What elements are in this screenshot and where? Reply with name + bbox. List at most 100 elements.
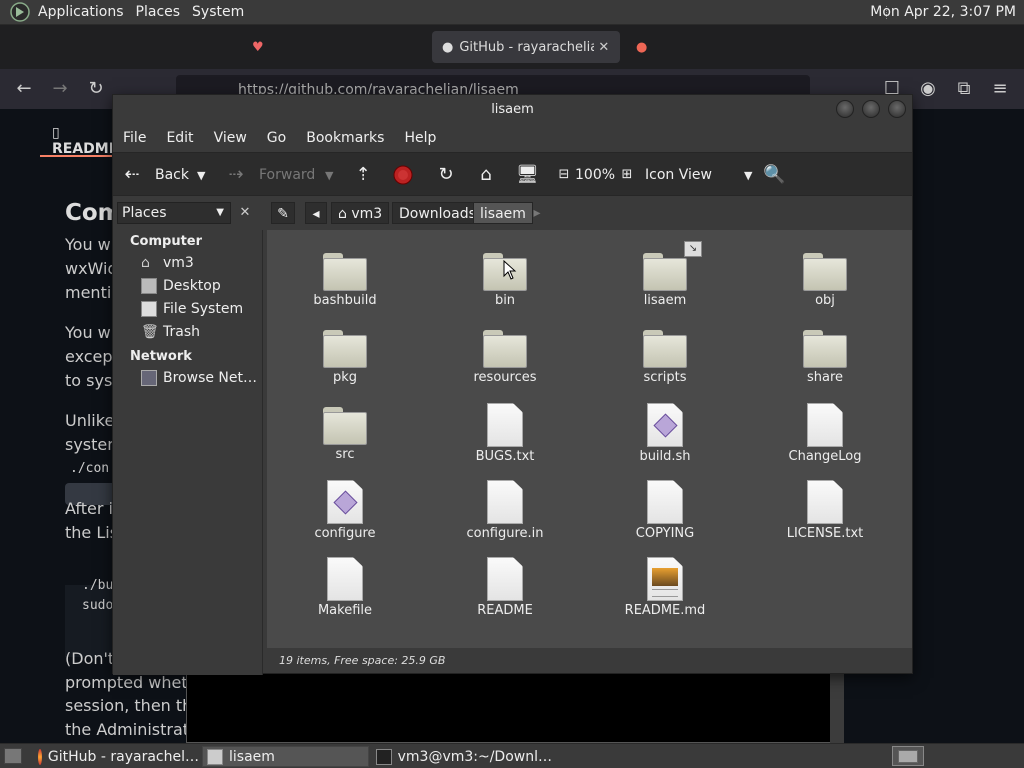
- file-item[interactable]: build.sh: [600, 403, 730, 464]
- system-menu[interactable]: System: [186, 0, 250, 25]
- sidebar-item-label: Browse Net…: [163, 370, 258, 386]
- workspace-window-icon: [898, 750, 918, 763]
- folder-icon: [323, 253, 367, 291]
- search-button[interactable]: 🔍: [763, 153, 785, 197]
- icon-view[interactable]: bashbuild bin ↘ lisaem obj pkg resources …: [267, 230, 912, 648]
- terminal-window[interactable]: [186, 673, 831, 743]
- tab-github[interactable]: ● GitHub - rayarachelian ✕: [432, 31, 620, 63]
- folder-item[interactable]: obj: [760, 253, 890, 308]
- help-menu[interactable]: Help: [394, 130, 446, 146]
- readme-tab[interactable]: ▯ README: [40, 109, 120, 157]
- maximize-button[interactable]: [862, 100, 880, 118]
- file-item[interactable]: BUGS.txt: [440, 403, 570, 464]
- file-item[interactable]: LICENSE.txt: [760, 480, 890, 541]
- account-icon[interactable]: ◉: [916, 77, 940, 101]
- sidebar-item-vm3[interactable]: ⌂ vm3: [141, 255, 194, 271]
- view-mode-select[interactable]: Icon View ▼: [645, 153, 752, 197]
- text-file-icon: [327, 557, 363, 601]
- show-desktop-icon[interactable]: [4, 748, 22, 764]
- forward-arrow-icon[interactable]: →: [48, 77, 72, 101]
- folder-icon: [643, 253, 687, 291]
- chevron-right-icon: ▸: [533, 205, 541, 221]
- clock[interactable]: Mon Apr 22, 3:07 PM: [870, 0, 1016, 25]
- file-item[interactable]: ChangeLog: [760, 403, 890, 464]
- breadcrumb-lisaem[interactable]: lisaem: [473, 202, 533, 224]
- bookmarks-menu[interactable]: Bookmarks: [296, 130, 394, 146]
- tab-2[interactable]: ♥: [242, 31, 428, 63]
- folder-link-item[interactable]: ↘ lisaem: [600, 241, 730, 308]
- location-bar: Places ▼ ✕ ✎ ◂ ⌂ vm3 Downloads lisaem ▸: [113, 196, 912, 230]
- text-line: wxWid: [65, 259, 118, 278]
- text-line: to syst: [65, 371, 119, 390]
- task-terminal[interactable]: vm3@vm3:~/Downl…: [372, 746, 552, 767]
- zoom-in-button[interactable]: ⊞: [616, 153, 638, 197]
- folder-icon: [643, 330, 687, 368]
- task-lisaem[interactable]: lisaem: [202, 746, 369, 767]
- text-file-icon: [487, 557, 523, 601]
- hamburger-menu-icon[interactable]: ≡: [988, 77, 1012, 101]
- window-title[interactable]: lisaem: [113, 95, 912, 125]
- file-item[interactable]: configure: [280, 480, 410, 541]
- tab-4[interactable]: ●: [626, 31, 826, 63]
- computer-button[interactable]: 🖥: [516, 153, 539, 197]
- places-menu[interactable]: Places: [130, 0, 187, 25]
- file-item[interactable]: Makefile: [280, 557, 410, 618]
- sidebar-item-trash[interactable]: 🗑 Trash: [141, 324, 200, 340]
- tab-close-icon[interactable]: ✕: [598, 40, 609, 55]
- reload-icon[interactable]: ↻: [84, 77, 108, 101]
- close-button[interactable]: [888, 100, 906, 118]
- file-item[interactable]: configure.in: [440, 480, 570, 541]
- task-github[interactable]: GitHub - rayarachel…: [34, 746, 199, 767]
- folder-item[interactable]: resources: [440, 330, 570, 385]
- breadcrumb-right-button[interactable]: ▸: [527, 202, 547, 224]
- close-sidebar-icon[interactable]: ✕: [234, 202, 256, 224]
- scrollbar[interactable]: [830, 673, 844, 743]
- sidebar-selector[interactable]: Places ▼: [117, 202, 231, 224]
- tab-bar: ♥ ● GitHub - rayarachelian ✕ ●: [0, 25, 1024, 69]
- sidebar-item-browse-network[interactable]: Browse Net…: [141, 370, 257, 386]
- toggle-location-button[interactable]: ✎: [271, 202, 295, 224]
- applications-menu[interactable]: Applications: [32, 0, 130, 25]
- folder-item[interactable]: src: [280, 407, 410, 462]
- back-history-dropdown[interactable]: ▼: [197, 153, 205, 197]
- view-menu[interactable]: View: [204, 130, 257, 146]
- zoom-out-button[interactable]: ⊟: [553, 153, 575, 197]
- folder-item[interactable]: scripts: [600, 330, 730, 385]
- edit-menu[interactable]: Edit: [156, 130, 203, 146]
- folder-item[interactable]: bashbuild: [280, 253, 410, 308]
- home-button[interactable]: ⌂: [475, 153, 497, 197]
- breadcrumb-left-button[interactable]: ◂: [305, 202, 327, 224]
- up-arrow-icon: ⇡: [355, 164, 371, 185]
- file-menu[interactable]: File: [113, 130, 156, 146]
- go-menu[interactable]: Go: [257, 130, 296, 146]
- stop-button[interactable]: [393, 153, 413, 197]
- forward-button[interactable]: ⇢ Forward: [225, 153, 315, 197]
- script-file-icon: [647, 403, 683, 447]
- up-button[interactable]: ⇡: [352, 153, 374, 197]
- minimize-button[interactable]: [836, 100, 854, 118]
- file-item[interactable]: README: [440, 557, 570, 618]
- breadcrumb-vm3[interactable]: ⌂ vm3: [331, 202, 390, 224]
- back-arrow-icon[interactable]: ←: [12, 77, 36, 101]
- reload-button[interactable]: ↻: [435, 153, 457, 197]
- sidebar-item-filesystem[interactable]: File System: [141, 301, 243, 317]
- chevron-left-icon: ◂: [312, 206, 320, 222]
- breadcrumb-downloads[interactable]: Downloads: [392, 202, 483, 224]
- trash-icon: 🗑: [141, 324, 159, 340]
- file-item[interactable]: COPYING: [600, 480, 730, 541]
- edit-location-icon: ✎: [277, 206, 289, 222]
- zoom-level[interactable]: 100%: [575, 153, 615, 197]
- back-button[interactable]: ⇠ Back: [121, 153, 189, 197]
- tab-1[interactable]: [8, 31, 238, 63]
- folder-item[interactable]: share: [760, 330, 890, 385]
- chevron-down-icon: ▼: [216, 207, 224, 218]
- sidebar-item-desktop[interactable]: Desktop: [141, 278, 221, 294]
- workspace-switcher[interactable]: [892, 746, 924, 766]
- forward-history-dropdown[interactable]: ▼: [325, 153, 333, 197]
- file-item[interactable]: README.md: [600, 557, 730, 618]
- search-icon: 🔍: [763, 164, 786, 185]
- item-label: LICENSE.txt: [786, 526, 864, 541]
- folder-item[interactable]: pkg: [280, 330, 410, 385]
- distro-logo-icon[interactable]: [10, 2, 30, 22]
- extensions-icon[interactable]: ⧉: [952, 77, 976, 101]
